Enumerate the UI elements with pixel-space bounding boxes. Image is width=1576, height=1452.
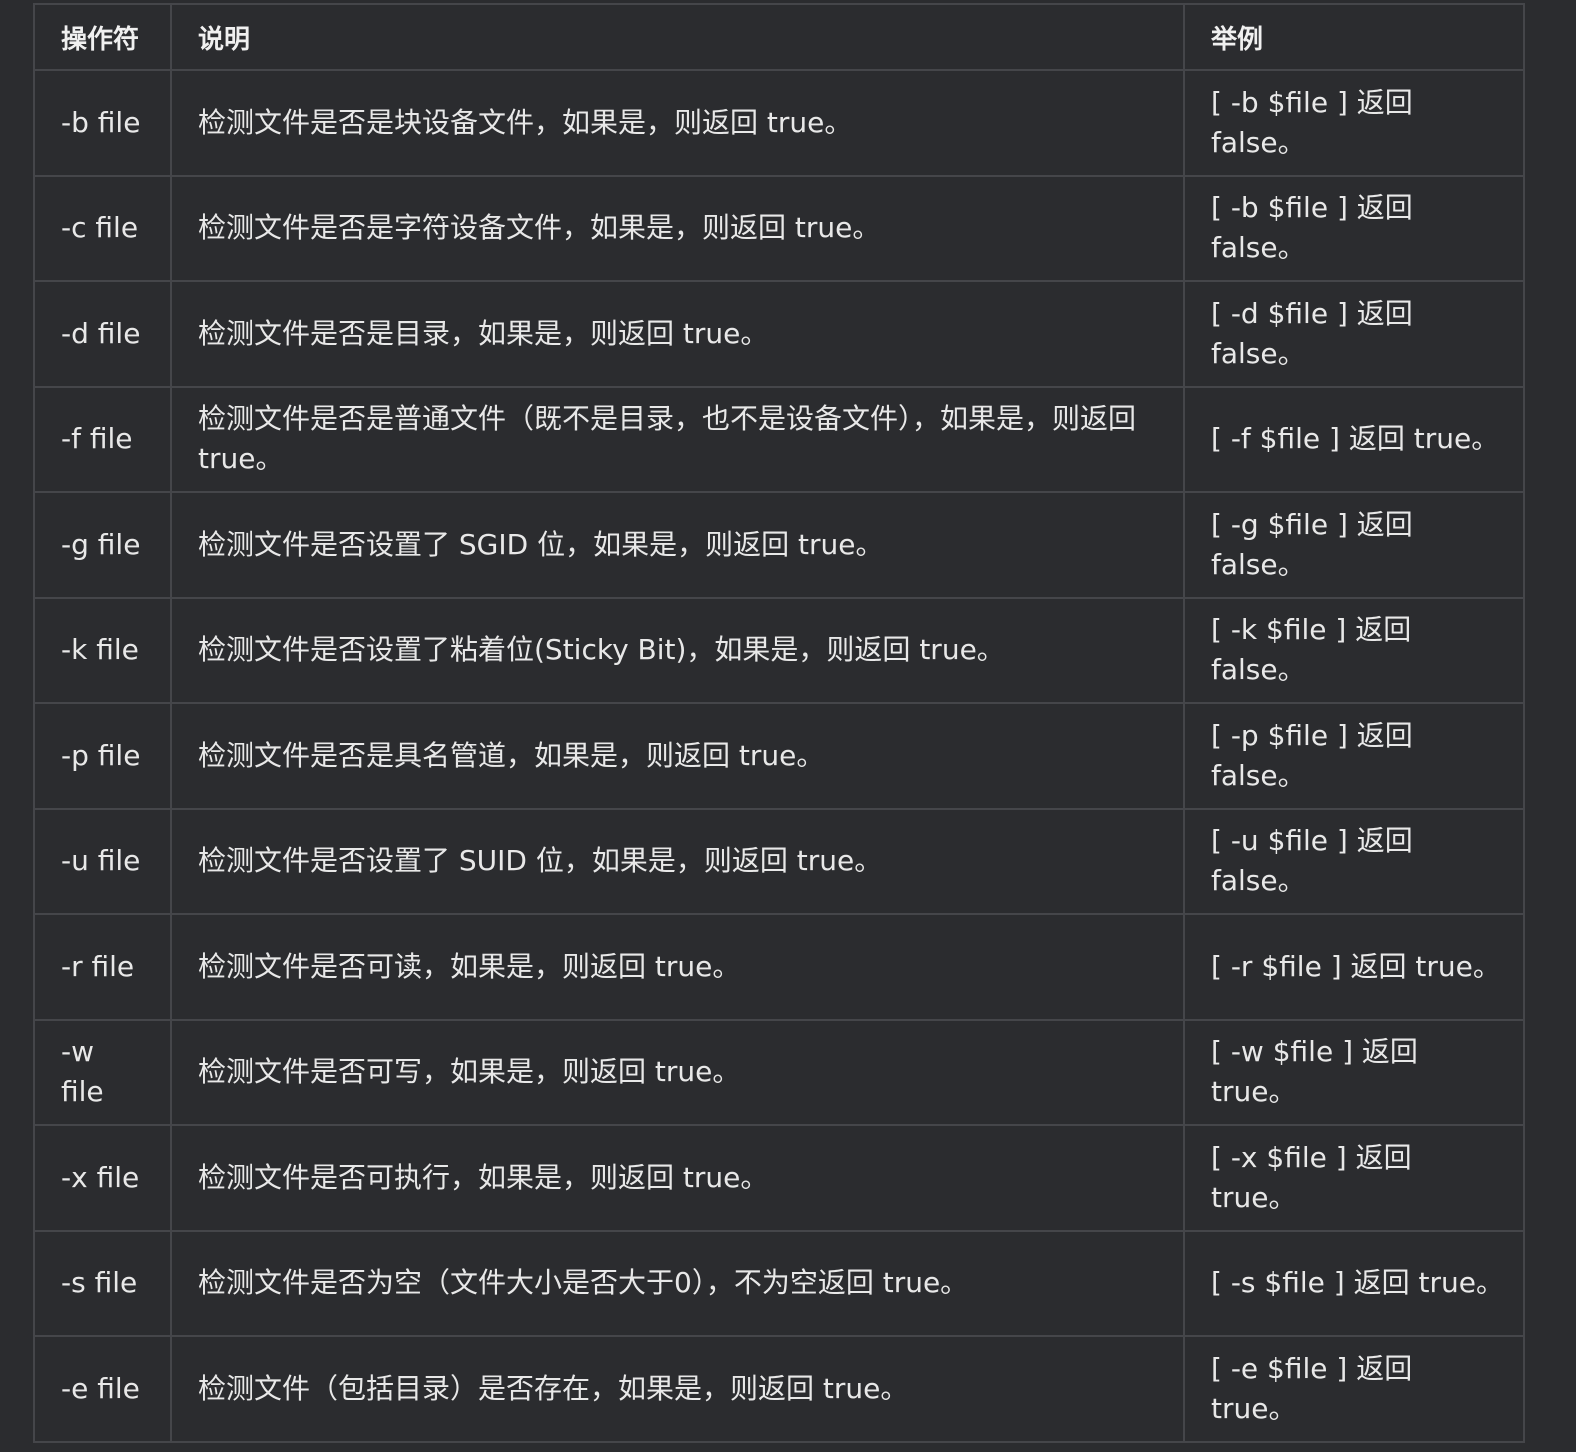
example-cell: [ -b $file ] 返回 false。 — [1183, 174, 1525, 282]
table-row: -w file 检测文件是否可写，如果是，则返回 true。[ -w $file … — [33, 1018, 1525, 1126]
description-cell: 检测文件是否可写，如果是，则返回 true。 — [170, 1018, 1185, 1126]
table-row: -d file 检测文件是否是目录，如果是，则返回 true。[ -d $file… — [33, 280, 1525, 388]
description-cell: 检测文件是否是目录，如果是，则返回 true。 — [170, 280, 1185, 388]
table-row: -g file 检测文件是否设置了 SGID 位，如果是，则返回 true。[ -… — [33, 491, 1525, 599]
file-test-operators-table: 操作符 说明 举例 -b file 检测文件是否是块设备文件，如果是，则返回 tr… — [33, 3, 1525, 1443]
table-row: -e file 检测文件（包括目录）是否存在，如果是，则返回 true。[ -e … — [33, 1335, 1525, 1443]
example-cell: [ -b $file ] 返回 false。 — [1183, 69, 1525, 177]
description-cell: 检测文件是否可读，如果是，则返回 true。 — [170, 913, 1185, 1021]
table-row: -x file 检测文件是否可执行，如果是，则返回 true。[ -x $file… — [33, 1124, 1525, 1232]
operator-cell: -u file — [33, 807, 172, 915]
description-cell: 检测文件是否是块设备文件，如果是，则返回 true。 — [170, 69, 1185, 177]
operator-cell: -f file — [33, 385, 172, 493]
operator-cell: -d file — [33, 280, 172, 388]
table-row: -p file 检测文件是否是具名管道，如果是，则返回 true。[ -p $fi… — [33, 702, 1525, 810]
example-cell: [ -p $file ] 返回 false。 — [1183, 702, 1525, 810]
example-cell: [ -u $file ] 返回 false。 — [1183, 807, 1525, 915]
operator-cell: -b file — [33, 69, 172, 177]
description-cell: 检测文件是否是字符设备文件，如果是，则返回 true。 — [170, 174, 1185, 282]
description-cell: 检测文件是否设置了 SUID 位，如果是，则返回 true。 — [170, 807, 1185, 915]
description-cell: 检测文件是否为空（文件大小是否大于0），不为空返回 true。 — [170, 1229, 1185, 1337]
operator-cell: -s file — [33, 1229, 172, 1337]
example-cell: [ -x $file ] 返回 true。 — [1183, 1124, 1525, 1232]
operator-cell: -w file — [33, 1018, 172, 1126]
header-example: 举例 — [1183, 3, 1525, 71]
operator-cell: -k file — [33, 596, 172, 704]
header-description: 说明 — [170, 3, 1185, 71]
example-cell: [ -f $file ] 返回 true。 — [1183, 385, 1525, 493]
operator-cell: -r file — [33, 913, 172, 1021]
table-body: -b file 检测文件是否是块设备文件，如果是，则返回 true。[ -b $f… — [33, 69, 1525, 1443]
operator-cell: -g file — [33, 491, 172, 599]
table-row: -f file 检测文件是否是普通文件（既不是目录，也不是设备文件），如果是，则返… — [33, 385, 1525, 493]
example-cell: [ -s $file ] 返回 true。 — [1183, 1229, 1525, 1337]
example-cell: [ -k $file ] 返回 false。 — [1183, 596, 1525, 704]
example-cell: [ -e $file ] 返回 true。 — [1183, 1335, 1525, 1443]
description-cell: 检测文件是否设置了 SGID 位，如果是，则返回 true。 — [170, 491, 1185, 599]
operator-cell: -c file — [33, 174, 172, 282]
description-cell: 检测文件（包括目录）是否存在，如果是，则返回 true。 — [170, 1335, 1185, 1443]
operator-cell: -p file — [33, 702, 172, 810]
table-row: -r file 检测文件是否可读，如果是，则返回 true。[ -r $file … — [33, 913, 1525, 1021]
example-cell: [ -w $file ] 返回 true。 — [1183, 1018, 1525, 1126]
operator-cell: -e file — [33, 1335, 172, 1443]
example-cell: [ -d $file ] 返回 false。 — [1183, 280, 1525, 388]
table-header-row: 操作符 说明 举例 — [33, 3, 1525, 71]
description-cell: 检测文件是否设置了粘着位(Sticky Bit)，如果是，则返回 true。 — [170, 596, 1185, 704]
table-row: -u file 检测文件是否设置了 SUID 位，如果是，则返回 true。[ -… — [33, 807, 1525, 915]
table-row: -s file 检测文件是否为空（文件大小是否大于0），不为空返回 true。[ … — [33, 1229, 1525, 1337]
example-cell: [ -r $file ] 返回 true。 — [1183, 913, 1525, 1021]
table-row: -c file 检测文件是否是字符设备文件，如果是，则返回 true。[ -b $… — [33, 174, 1525, 282]
table-row: -b file 检测文件是否是块设备文件，如果是，则返回 true。[ -b $f… — [33, 69, 1525, 177]
operator-cell: -x file — [33, 1124, 172, 1232]
description-cell: 检测文件是否是具名管道，如果是，则返回 true。 — [170, 702, 1185, 810]
file-test-operators-table-wrapper: 操作符 说明 举例 -b file 检测文件是否是块设备文件，如果是，则返回 tr… — [33, 3, 1525, 1443]
description-cell: 检测文件是否是普通文件（既不是目录，也不是设备文件），如果是，则返回 true。 — [170, 385, 1185, 493]
example-cell: [ -g $file ] 返回 false。 — [1183, 491, 1525, 599]
description-cell: 检测文件是否可执行，如果是，则返回 true。 — [170, 1124, 1185, 1232]
table-row: -k file 检测文件是否设置了粘着位(Sticky Bit)，如果是，则返回 … — [33, 596, 1525, 704]
header-operator: 操作符 — [33, 3, 172, 71]
